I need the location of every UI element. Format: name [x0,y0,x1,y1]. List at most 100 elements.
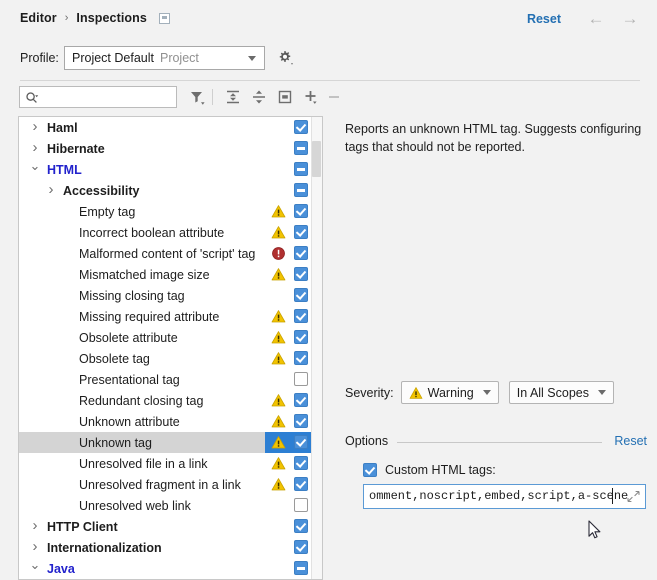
tree-scrollbar-thumb[interactable] [312,141,321,177]
tree-row-checkbox[interactable] [294,330,308,344]
tree-row-label: Empty tag [79,205,135,219]
tree-row-checkbox[interactable] [294,183,308,197]
tree-row-checkbox[interactable] [294,246,308,260]
custom-html-tags-input[interactable]: оmment,noscript,embed,script,a-scene [363,484,646,509]
tree-row[interactable]: Unresolved file in a link [19,453,322,474]
chevron-right-icon[interactable] [29,142,41,154]
warning-icon [271,204,286,219]
tree-row-label: Java [47,562,75,576]
tree-row[interactable]: Haml [19,117,322,138]
expand-all-icon[interactable] [222,86,244,108]
search-box[interactable] [19,86,177,108]
tree-row-checkbox[interactable] [294,498,308,512]
group-by-icon[interactable] [274,86,296,108]
tree-row-checkbox[interactable] [294,204,308,218]
warning-icon [271,435,286,450]
tree-row[interactable]: HTML [19,159,322,180]
warning-icon [271,477,286,492]
tree-row-checkbox[interactable] [294,288,308,302]
forward-arrow-icon[interactable]: → [621,11,639,27]
reset-link[interactable]: Reset [527,12,561,26]
search-input[interactable] [43,89,171,106]
tree-row-checkbox[interactable] [294,120,308,134]
tree-row-checkbox[interactable] [294,477,308,491]
breadcrumb: Editor › Inspections [20,11,170,25]
tree-row[interactable]: Java [19,558,322,579]
chevron-right-icon[interactable] [29,121,41,133]
tree-row-checkbox[interactable] [294,267,308,281]
options-section-header: Options Reset [345,434,647,450]
tree-row[interactable]: Unknown attribute [19,411,322,432]
tree-row[interactable]: Obsolete tag [19,348,322,369]
chevron-down-icon[interactable] [29,562,41,574]
tree-scrollbar[interactable] [311,117,322,579]
tree-row-checkbox[interactable] [294,561,308,575]
tree-row[interactable]: Missing required attribute [19,306,322,327]
tree-row-label: Unknown attribute [79,415,180,429]
add-icon[interactable] [300,86,322,108]
scope-value: In All Scopes [517,386,589,400]
tree-row[interactable]: Presentational tag [19,369,322,390]
back-arrow-icon[interactable]: ← [587,11,605,27]
tree-row[interactable]: Redundant closing tag [19,390,322,411]
filter-icon[interactable] [186,86,208,108]
tree-row[interactable]: Empty tag [19,201,322,222]
tree-row[interactable]: Missing closing tag [19,285,322,306]
tree-row-selected[interactable]: Unknown tag [19,432,322,453]
warning-icon [271,330,286,345]
tree-row[interactable]: Hibernate [19,138,322,159]
breadcrumb-item-editor[interactable]: Editor [20,11,57,25]
tree-row-checkbox[interactable] [294,351,308,365]
tree-row-checkbox[interactable] [294,393,308,407]
profile-row: Profile: Project Default Project [0,44,657,78]
tree-row-checkbox[interactable] [294,519,308,533]
warning-icon [409,386,423,400]
tree-row-checkbox[interactable] [294,435,308,449]
expand-editor-icon[interactable] [627,490,640,503]
tree-row-checkbox[interactable] [294,456,308,470]
toolbar-divider [212,89,213,105]
options-reset-link[interactable]: Reset [614,434,647,448]
tree-row[interactable]: Mismatched image size [19,264,322,285]
chevron-right-icon[interactable] [29,541,41,553]
custom-html-tags-checkbox[interactable] [363,463,377,477]
collapse-all-icon[interactable] [248,86,270,108]
tree-row[interactable]: Incorrect boolean attribute [19,222,322,243]
severity-dropdown[interactable]: Warning [401,381,499,404]
tree-row[interactable]: HTTP Client [19,516,322,537]
gear-icon[interactable] [275,48,295,68]
tree-row[interactable]: Accessibility [19,180,322,201]
tree-row-checkbox[interactable] [294,141,308,155]
tree-row-checkbox[interactable] [294,540,308,554]
tree-row[interactable]: Internationalization [19,537,322,558]
error-icon [271,246,286,261]
mouse-cursor [588,520,602,541]
tree-row-label: Incorrect boolean attribute [79,226,224,240]
inspections-tree[interactable]: Haml Hibernate HTMLAccessibility Empty tag I… [18,116,323,580]
tree-row-checkbox[interactable] [294,225,308,239]
tree-row[interactable]: Unresolved web link [19,495,322,516]
options-divider [397,442,602,443]
profile-selected-kind: Project [160,51,199,65]
tree-row[interactable]: Unresolved fragment in a link [19,474,322,495]
profile-selected-name: Project Default [72,51,154,65]
chevron-down-icon[interactable] [29,163,41,175]
tree-row-checkbox[interactable] [294,414,308,428]
custom-html-tags-label: Custom HTML tags: [385,463,496,477]
warning-icon [271,414,286,429]
warning-icon [271,267,286,282]
chevron-right-icon[interactable] [45,184,57,196]
profile-dropdown[interactable]: Project Default Project [64,46,265,70]
scope-dropdown[interactable]: In All Scopes [509,381,614,404]
tree-row[interactable]: Malformed content of 'script' tag [19,243,322,264]
tree-row-checkbox[interactable] [294,162,308,176]
tree-row-checkbox[interactable] [294,372,308,386]
chevron-down-icon [598,390,606,395]
settings-sync-icon[interactable] [159,13,170,24]
remove-icon [324,86,346,108]
tree-row-checkbox[interactable] [294,309,308,323]
tree-row[interactable]: Obsolete attribute [19,327,322,348]
chevron-right-icon[interactable] [29,520,41,532]
breadcrumb-item-inspections[interactable]: Inspections [76,11,147,25]
tree-row-label: Hibernate [47,142,105,156]
